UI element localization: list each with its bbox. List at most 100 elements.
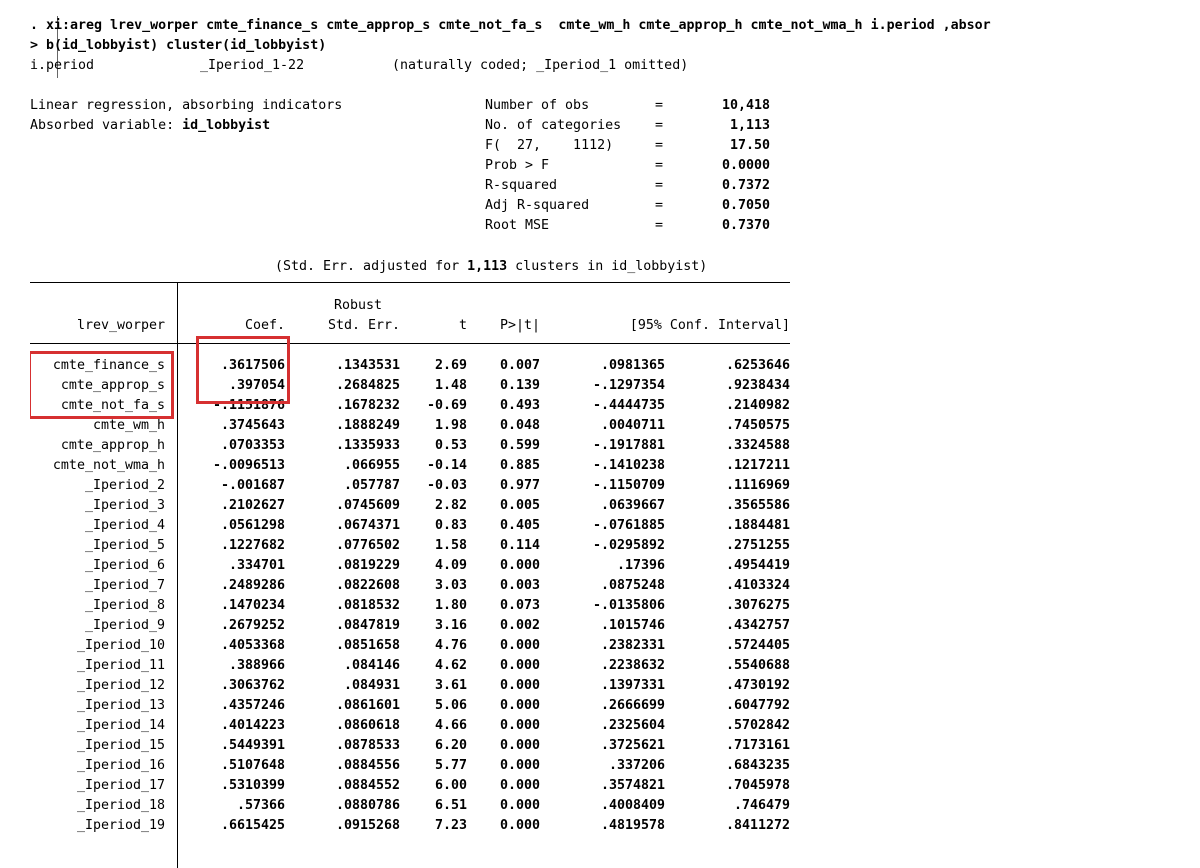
cell-se: .0818532 bbox=[335, 598, 400, 613]
cell-se: .1335933 bbox=[335, 438, 400, 453]
cell-coef: .2679252 bbox=[220, 618, 285, 633]
cell-se: .084931 bbox=[343, 678, 400, 693]
cell-ci-low: .2382331 bbox=[600, 638, 665, 653]
stat-label: Number of obs bbox=[485, 98, 590, 113]
cluster-note-pre: (Std. Err. adjusted for bbox=[275, 259, 468, 274]
cell-p: 0.000 bbox=[499, 698, 540, 713]
cell-p: 0.073 bbox=[499, 598, 540, 613]
cell-coef: .5449391 bbox=[220, 738, 285, 753]
cell-t: 3.03 bbox=[434, 578, 467, 593]
row-variable-name: _Iperiod_11 bbox=[76, 658, 165, 673]
cell-se: .0674371 bbox=[335, 518, 400, 533]
cell-p: 0.000 bbox=[499, 778, 540, 793]
cell-ci-low: -.1410238 bbox=[592, 458, 665, 473]
cell-ci-low: .1015746 bbox=[600, 618, 665, 633]
cell-p: 0.000 bbox=[499, 758, 540, 773]
stat-value: 10,418 bbox=[721, 98, 770, 113]
cell-se: .066955 bbox=[343, 458, 400, 473]
cell-t: 3.61 bbox=[434, 678, 467, 693]
xi-var: i.period bbox=[30, 58, 95, 73]
row-variable-name: _Iperiod_9 bbox=[84, 618, 165, 633]
stat-label: Root MSE bbox=[485, 218, 550, 233]
cell-p: 0.599 bbox=[499, 438, 540, 453]
cell-ci-high: .2140982 bbox=[725, 398, 790, 413]
highlight-box-coefficients bbox=[196, 336, 290, 404]
cell-ci-low: -.1150709 bbox=[592, 478, 665, 493]
table-top-rule bbox=[30, 282, 790, 283]
cell-se: .0915268 bbox=[335, 818, 400, 833]
cell-se: .0878533 bbox=[335, 738, 400, 753]
cell-p: 0.003 bbox=[499, 578, 540, 593]
cell-coef: .4357246 bbox=[220, 698, 285, 713]
cell-ci-low: -.1297354 bbox=[592, 378, 665, 393]
cell-ci-low: -.0761885 bbox=[592, 518, 665, 533]
stat-label: F( 27, 1112) bbox=[485, 138, 614, 153]
command-line-2: > b(id_lobbyist) cluster(id_lobbyist) bbox=[30, 38, 327, 53]
cell-se: .0745609 bbox=[335, 498, 400, 513]
cell-coef: .4053368 bbox=[220, 638, 285, 653]
cell-se: .0819229 bbox=[335, 558, 400, 573]
cell-coef: -.001687 bbox=[220, 478, 285, 493]
cell-ci-low: .2238632 bbox=[600, 658, 665, 673]
row-variable-name: _Iperiod_5 bbox=[84, 538, 165, 553]
cell-t: 3.16 bbox=[434, 618, 467, 633]
cell-t: 1.80 bbox=[434, 598, 467, 613]
stata-results-window: . xi:areg lrev_worper cmte_finance_s cmt… bbox=[30, 16, 1200, 868]
cell-se: .084146 bbox=[343, 658, 400, 673]
row-variable-name: _Iperiod_4 bbox=[84, 518, 165, 533]
cell-t: -0.14 bbox=[426, 458, 467, 473]
cell-p: 0.405 bbox=[499, 518, 540, 533]
stat-value: 0.7370 bbox=[721, 218, 770, 233]
cell-t: 5.77 bbox=[434, 758, 467, 773]
table-vertical-rule bbox=[177, 282, 178, 868]
cell-t: 0.83 bbox=[434, 518, 467, 533]
row-variable-name: _Iperiod_2 bbox=[84, 478, 165, 493]
cell-ci-high: .4730192 bbox=[725, 678, 790, 693]
cell-ci-low: .337206 bbox=[608, 758, 665, 773]
cell-se: .0884556 bbox=[335, 758, 400, 773]
cell-coef: .0703353 bbox=[220, 438, 285, 453]
cell-t: 6.00 bbox=[434, 778, 467, 793]
row-variable-name: _Iperiod_6 bbox=[84, 558, 165, 573]
row-variable-name: _Iperiod_13 bbox=[76, 698, 165, 713]
row-variable-name: _Iperiod_7 bbox=[84, 578, 165, 593]
cell-ci-high: .6047792 bbox=[725, 698, 790, 713]
cell-ci-low: .17396 bbox=[616, 558, 665, 573]
cell-ci-high: .746479 bbox=[733, 798, 790, 813]
cell-coef: .334701 bbox=[228, 558, 285, 573]
cell-ci-low: .0639667 bbox=[600, 498, 665, 513]
cell-t: 2.69 bbox=[434, 358, 467, 373]
cell-p: 0.000 bbox=[499, 718, 540, 733]
cell-t: 1.58 bbox=[434, 538, 467, 553]
row-variable-name: _Iperiod_16 bbox=[76, 758, 165, 773]
cell-se: .0880786 bbox=[335, 798, 400, 813]
cell-ci-high: .6843235 bbox=[725, 758, 790, 773]
cell-t: 1.98 bbox=[434, 418, 467, 433]
cell-se: .1678232 bbox=[335, 398, 400, 413]
cell-ci-low: .4819578 bbox=[600, 818, 665, 833]
col-p: P>|t| bbox=[499, 318, 540, 333]
cell-t: 0.53 bbox=[434, 438, 467, 453]
cell-ci-low: -.1917881 bbox=[592, 438, 665, 453]
cell-ci-high: .8411272 bbox=[725, 818, 790, 833]
row-variable-name: cmte_approp_h bbox=[60, 438, 165, 453]
cell-coef: -.0096513 bbox=[212, 458, 285, 473]
cell-ci-high: .1884481 bbox=[725, 518, 790, 533]
cluster-note-num: 1,113 bbox=[467, 259, 508, 274]
cell-ci-high: .1217211 bbox=[725, 458, 790, 473]
row-variable-name: _Iperiod_12 bbox=[76, 678, 165, 693]
cell-p: 0.000 bbox=[499, 818, 540, 833]
cell-t: -0.03 bbox=[426, 478, 467, 493]
stat-label: Prob > F bbox=[485, 158, 550, 173]
cell-t: 4.09 bbox=[434, 558, 467, 573]
stat-equals: = bbox=[655, 178, 664, 193]
row-variable-name: _Iperiod_8 bbox=[84, 598, 165, 613]
row-variable-name: _Iperiod_10 bbox=[76, 638, 165, 653]
stat-equals: = bbox=[655, 198, 664, 213]
cell-t: 6.20 bbox=[434, 738, 467, 753]
cell-se: .0860618 bbox=[335, 718, 400, 733]
cell-ci-high: .3076275 bbox=[725, 598, 790, 613]
cell-coef: .1227682 bbox=[220, 538, 285, 553]
col-coef: Coef. bbox=[244, 318, 285, 333]
stat-label: R-squared bbox=[485, 178, 558, 193]
